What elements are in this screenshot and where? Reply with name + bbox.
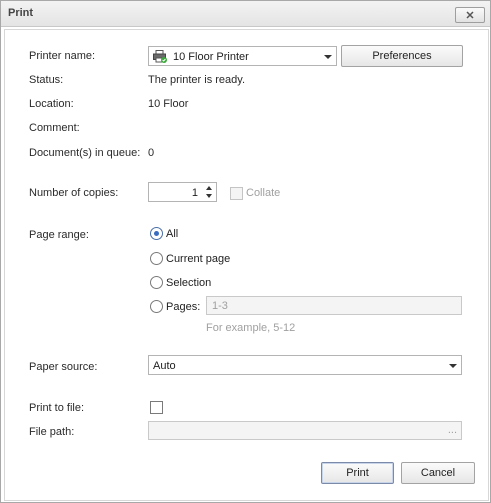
browse-ellipsis-button[interactable]: ...	[448, 424, 457, 436]
paper-source-select[interactable]: Auto	[148, 355, 462, 375]
print-dialog: Print Printer name: 10 Floor Printer Pre…	[0, 0, 491, 503]
pages-input[interactable]: 1-3	[206, 296, 462, 315]
location-label: Location:	[29, 98, 74, 110]
page-range-all-label: All	[166, 228, 179, 240]
cancel-button[interactable]: Cancel	[401, 462, 475, 484]
printer-select-value: 10 Floor Printer	[173, 51, 249, 63]
print-to-file-checkbox[interactable]	[150, 401, 163, 414]
dialog-title: Print	[8, 7, 34, 19]
queue-value: 0	[148, 147, 155, 159]
paper-source-label: Paper source:	[29, 361, 98, 373]
page-range-all-radio[interactable]	[150, 227, 163, 240]
collate-label: Collate	[246, 187, 281, 199]
status-label: Status:	[29, 74, 64, 86]
print-to-file-label: Print to file:	[29, 402, 85, 414]
pages-example-text: For example, 5-12	[206, 322, 296, 334]
queue-label: Document(s) in queue:	[29, 147, 141, 159]
page-range-current-label: Current page	[166, 253, 231, 265]
printer-name-label: Printer name:	[29, 50, 96, 62]
status-value: The printer is ready.	[148, 74, 246, 86]
printer-icon	[153, 50, 167, 63]
page-range-selection-label: Selection	[166, 277, 212, 289]
close-button[interactable]	[455, 7, 485, 23]
pages-input-value: 1-3	[212, 300, 228, 312]
preferences-button[interactable]: Preferences	[341, 45, 463, 67]
title-bar: Print	[1, 1, 490, 27]
location-value: 10 Floor	[148, 98, 189, 110]
copies-value: 1	[191, 187, 198, 199]
chevron-down-icon	[324, 55, 332, 59]
print-button[interactable]: Print	[321, 462, 394, 484]
comment-label: Comment:	[29, 122, 80, 134]
page-range-label: Page range:	[29, 229, 89, 241]
copies-label: Number of copies:	[29, 187, 119, 199]
close-icon	[466, 11, 474, 19]
file-path-input[interactable]: ...	[148, 421, 462, 440]
stepper-down-icon[interactable]	[206, 194, 212, 198]
page-range-pages-label: Pages:	[166, 301, 201, 313]
copies-stepper[interactable]: 1	[148, 182, 217, 202]
dialog-content: Printer name: 10 Floor Printer Preferenc…	[4, 29, 489, 501]
page-range-current-radio[interactable]	[150, 252, 163, 265]
stepper-up-icon[interactable]	[206, 186, 212, 190]
page-range-pages-radio[interactable]	[150, 300, 163, 313]
file-path-label: File path:	[29, 426, 75, 438]
paper-source-value: Auto	[153, 360, 176, 372]
chevron-down-icon	[449, 364, 457, 368]
printer-select[interactable]: 10 Floor Printer	[148, 46, 337, 66]
collate-checkbox[interactable]	[230, 187, 243, 200]
page-range-selection-radio[interactable]	[150, 276, 163, 289]
